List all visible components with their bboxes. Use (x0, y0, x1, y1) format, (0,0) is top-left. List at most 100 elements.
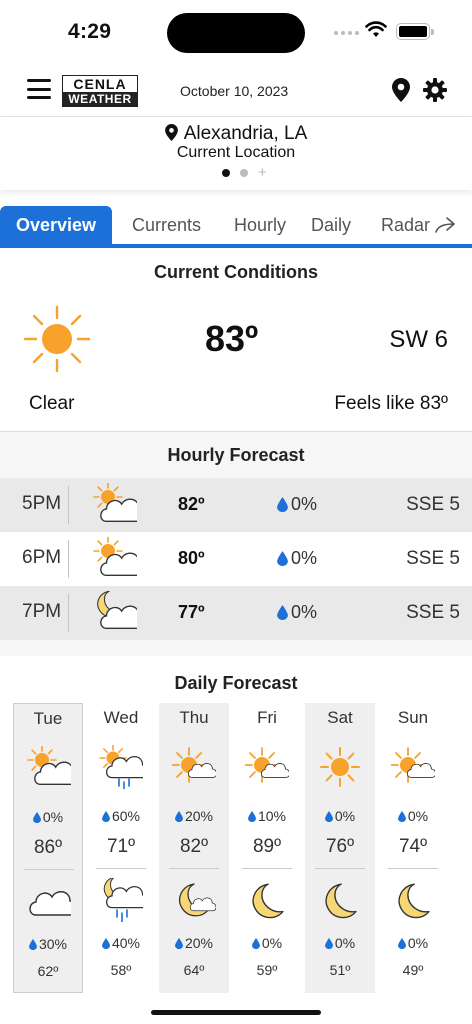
raindrop-icon (32, 812, 41, 823)
tab-currents[interactable]: Currents (132, 206, 201, 244)
raindrop-icon (277, 605, 288, 620)
status-bar: 4:29 (0, 0, 472, 62)
daily-day: Thu (179, 708, 209, 727)
hourly-precip-value: 0% (291, 548, 318, 568)
daily-night-precip-value: 40% (111, 935, 141, 951)
tab-overview[interactable]: Overview (0, 206, 112, 244)
daily-divider (96, 868, 146, 869)
hourly-divider (68, 540, 69, 578)
raindrop-icon (175, 938, 183, 949)
daily-high: 86º (33, 837, 63, 858)
raindrop-icon (277, 551, 288, 566)
current-feels-like: Feels like 83º (334, 393, 448, 414)
daily-low: 64º (183, 962, 205, 978)
pager-dot[interactable] (240, 169, 248, 177)
add-location-icon[interactable]: + (258, 165, 267, 180)
current-temp: 83º (205, 318, 259, 359)
moon-icon (398, 883, 430, 919)
daily-day: Sun (397, 708, 429, 727)
hourly-row[interactable]: 5PM 82º 0% SSE 5 (0, 478, 472, 532)
raindrop-icon (277, 497, 288, 512)
daily-night-precip: 0% (378, 935, 448, 951)
raindrop-icon (324, 938, 333, 949)
hourly-wind: SSE 5 (406, 494, 460, 515)
menu-icon[interactable] (27, 79, 51, 99)
location-pin-icon[interactable] (392, 78, 410, 102)
daily-high: 89º (252, 836, 282, 857)
dynamic-island (167, 13, 305, 53)
raindrop-icon (102, 938, 110, 949)
home-indicator[interactable] (151, 1010, 321, 1015)
overview-content: Current Conditions 83º SW 6 Clear Feels … (0, 248, 472, 1024)
daily-low: 58º (110, 962, 132, 978)
tab-radar-label: Radar (381, 215, 431, 235)
daily-high: 82º (179, 836, 209, 857)
location-subtitle: Current Location (176, 144, 296, 161)
pager-dot-active[interactable] (222, 169, 230, 177)
daily-forecast: Daily Forecast Tue 0% 86º 30% 62º Wed 60… (0, 656, 472, 1024)
hourly-wind: SSE 5 (406, 602, 460, 623)
daily-low: 51º (329, 962, 351, 978)
daily-divider (242, 868, 292, 869)
daily-divider (24, 869, 74, 870)
daily-column[interactable]: Thu 20% 82º 20% 64º (159, 703, 229, 993)
raindrop-icon (175, 811, 183, 822)
daily-low: 49º (402, 962, 424, 978)
daily-day-precip-value: 0% (334, 808, 356, 824)
night-rain-icon (103, 876, 150, 923)
tab-daily[interactable]: Daily (311, 206, 351, 244)
hourly-precip: 0% (277, 602, 317, 623)
hourly-temp: 80º (178, 548, 205, 568)
raindrop-icon (324, 811, 333, 822)
location-panel[interactable]: Alexandria, LA Current Location + (0, 117, 472, 190)
daily-night-precip: 20% (159, 935, 229, 951)
daily-night-precip: 0% (232, 935, 302, 951)
daily-column[interactable]: Sun 0% 74º 0% 49º (378, 703, 448, 993)
daily-day: Wed (103, 708, 139, 727)
hourly-time: 6PM (22, 547, 62, 568)
daily-night-precip: 0% (305, 935, 375, 951)
location-pager[interactable]: + (222, 165, 267, 180)
hourly-precip: 0% (277, 548, 317, 569)
header-date: October 10, 2023 (180, 83, 289, 99)
logo-top: CENLA (73, 76, 127, 92)
daily-night-precip-value: 0% (407, 935, 429, 951)
hourly-forecast-heading: Hourly Forecast (167, 445, 305, 465)
daily-column[interactable]: Sat 0% 76º 0% 51º (305, 703, 375, 993)
raindrop-icon (248, 811, 256, 822)
daily-high: 76º (325, 836, 355, 857)
partly-cloudy-night-icon (97, 590, 146, 629)
location-pin-icon (164, 124, 178, 141)
daily-high: 74º (398, 836, 428, 857)
app-header: CENLA WEATHER October 10, 2023 (0, 62, 472, 117)
daily-forecast-heading: Daily Forecast (174, 673, 298, 693)
partly-cloudy-day-icon (93, 482, 146, 522)
hourly-wind: SSE 5 (406, 548, 460, 569)
settings-gear-icon[interactable] (423, 78, 447, 102)
location-city: Alexandria, LA (183, 123, 308, 144)
daily-high: 71º (106, 836, 136, 857)
daily-day: Fri (257, 708, 277, 727)
daily-day-precip: 60% (86, 808, 156, 824)
tab-radar[interactable]: Radar (381, 206, 456, 244)
daily-column[interactable]: Wed 60% 71º 40% 58º (86, 703, 156, 993)
partly-sunny-icon (244, 747, 290, 783)
daily-day-precip: 10% (232, 808, 302, 824)
sun-icon (23, 305, 91, 373)
hourly-row[interactable]: 6PM 80º 0% SSE 5 (0, 532, 472, 586)
hourly-row[interactable]: 7PM 77º 0% SSE 5 (0, 586, 472, 640)
app-logo: CENLA WEATHER (62, 75, 138, 107)
raindrop-icon (397, 811, 406, 822)
raindrop-icon (29, 939, 37, 950)
tab-hourly[interactable]: Hourly (234, 206, 286, 244)
partly-sunny-icon (171, 747, 217, 783)
daily-night-precip-value: 20% (184, 935, 214, 951)
tab-bar: Overview Currents Hourly Daily Radar (0, 206, 472, 248)
logo-bottom: WEATHER (63, 92, 137, 106)
daily-day-precip: 20% (159, 808, 229, 824)
moon-icon (252, 883, 284, 919)
daily-night-precip-value: 0% (334, 935, 356, 951)
daily-divider (388, 868, 438, 869)
daily-column[interactable]: Fri 10% 89º 0% 59º (232, 703, 302, 993)
daily-column[interactable]: Tue 0% 86º 30% 62º (13, 703, 83, 993)
